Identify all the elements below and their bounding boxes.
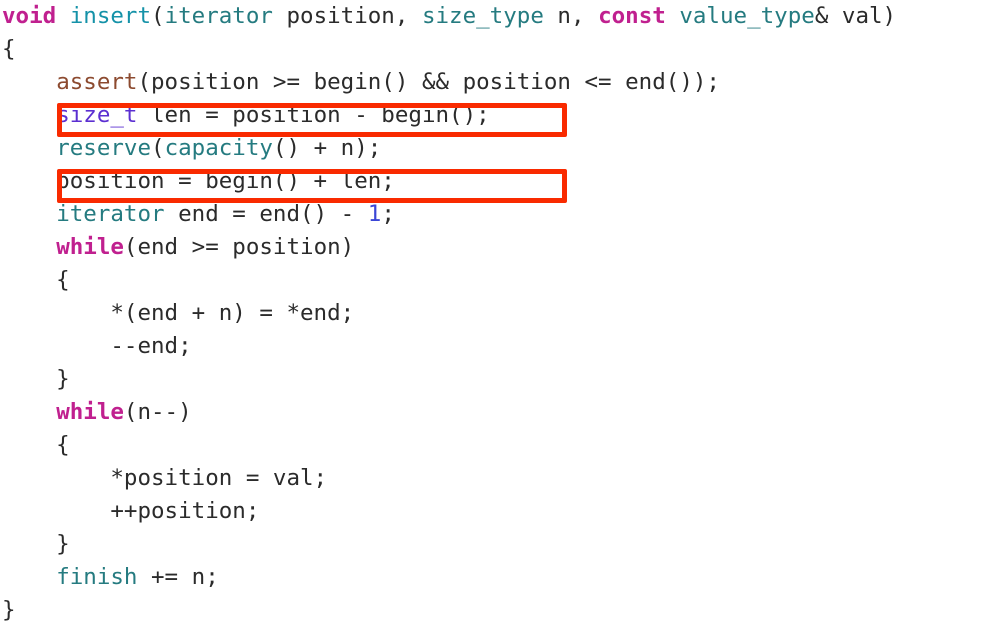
code-line: { [0, 429, 996, 462]
code-line: } [0, 528, 996, 561]
code-token-type: value_type [679, 3, 815, 29]
code-token-plain: } [2, 531, 70, 557]
code-line: finish += n; [0, 561, 996, 594]
code-token-number: 1 [367, 201, 382, 227]
code-line: reserve(capacity() + n); [0, 132, 996, 165]
code-line: --end; [0, 330, 996, 363]
code-token-plain: (end >= position) [123, 234, 355, 260]
code-token-plain: (n--) [123, 399, 192, 425]
code-token-plain: position, [272, 3, 422, 29]
code-line: { [0, 264, 996, 297]
code-token-plain: *(end + n) = *end; [2, 300, 355, 326]
code-token-plain: *position = val; [2, 465, 328, 491]
code-token-plain: ; [381, 201, 395, 227]
code-token-plain: position = begin() + len; [2, 168, 395, 194]
code-token-plain: & val) [814, 3, 897, 29]
code-token-keyword: void [2, 3, 57, 29]
code-token-macro: assert [56, 69, 138, 95]
code-line: *(end + n) = *end; [0, 297, 996, 330]
code-token-plain: ++position; [2, 498, 260, 524]
code-line: while(end >= position) [0, 231, 996, 264]
code-token-function: insert [69, 3, 152, 29]
code-token-keyword: while [56, 399, 124, 425]
code-token-plain: (position >= begin() && position <= end(… [137, 69, 720, 95]
code-line: while(n--) [0, 396, 996, 429]
code-token-keyword: while [56, 234, 124, 260]
code-token-plain: n, [543, 3, 599, 29]
code-line: { [0, 33, 996, 66]
code-line: ++position; [0, 495, 996, 528]
code-line: } [0, 594, 996, 627]
code-token-type: capacity [164, 135, 273, 161]
code-token-plain: ( [151, 3, 165, 29]
code-token-plain: { [2, 267, 70, 293]
code-listing: void insert(iterator position, size_type… [0, 0, 996, 644]
code-token-plain: { [2, 36, 16, 62]
code-token-plain: end = end() - [164, 201, 368, 227]
code-lines-container: void insert(iterator position, size_type… [0, 0, 996, 627]
code-token-type: iterator [164, 3, 273, 29]
code-token-type: iterator [56, 201, 165, 227]
code-line: } [0, 363, 996, 396]
code-line: assert(position >= begin() && position <… [0, 66, 996, 99]
code-token-type: size_type [421, 3, 544, 29]
code-token-type: finish [56, 564, 138, 590]
code-token-plain: --end; [2, 333, 192, 359]
code-token-plain: len = position - begin(); [137, 102, 490, 128]
code-line: void insert(iterator position, size_type… [0, 0, 996, 33]
code-token-plain: } [2, 597, 16, 623]
code-token-plain: ( [151, 135, 165, 161]
code-token-plain: { [2, 432, 70, 458]
code-token-keyword: const [598, 3, 666, 29]
code-token-size_t: size_t [56, 102, 138, 128]
code-line: position = begin() + len; [0, 165, 996, 198]
code-token-plain: } [2, 366, 70, 392]
code-line: iterator end = end() - 1; [0, 198, 996, 231]
code-token-plain: += n; [137, 564, 219, 590]
code-line: *position = val; [0, 462, 996, 495]
code-token-type: reserve [56, 135, 152, 161]
code-line: size_t len = position - begin(); [0, 99, 996, 132]
code-token-plain: () + n); [272, 135, 382, 161]
